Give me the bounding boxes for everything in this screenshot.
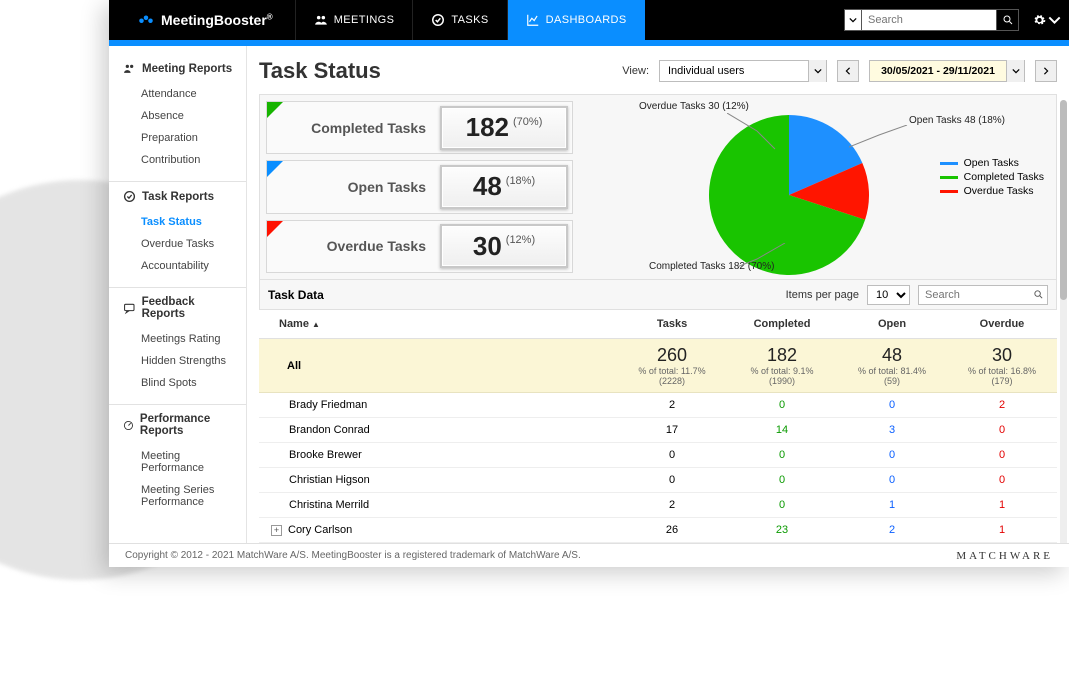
col-name[interactable]: Name ▲ [259,310,617,339]
check-circle-icon [123,190,136,203]
speech-icon [123,302,136,315]
table-row[interactable]: +Cory Carlson262321 [259,518,1057,543]
main-content: Task Status View: Individual users 30/05… [247,46,1069,543]
gear-icon [1033,13,1046,27]
sidebar-head-meeting-reports: Meeting Reports [123,62,238,75]
sidebar-head-task-reports: Task Reports [123,190,238,203]
page-title: Task Status [259,58,612,84]
pie-chart: Overdue Tasks 30 (12%) Open Tasks 48 (18… [579,95,1056,279]
card-pct: (12%) [506,234,535,246]
search-icon [1002,14,1014,26]
card-value: 30 [473,231,502,262]
sidebar-item-preparation[interactable]: Preparation [123,127,238,149]
table-row[interactable]: Christian Higson0000 [259,468,1057,493]
view-label: View: [622,65,649,77]
scrollbar[interactable] [1060,100,1067,543]
card-value: 48 [473,171,502,202]
task-data-toolbar: Task Data Items per page 10 [259,280,1057,310]
leader-line [727,113,777,153]
chevron-down-icon [849,16,857,24]
table-row[interactable]: Christina Merrild2011 [259,493,1057,518]
view-select[interactable]: Individual users [659,60,827,82]
col-completed[interactable]: Completed [727,310,837,339]
card-pct: (18%) [506,175,535,187]
card-value: 182 [466,112,509,143]
sidebar-item-accountability[interactable]: Accountability [123,255,238,277]
expand-icon[interactable]: + [271,525,282,536]
table-row[interactable]: Brady Friedman2002 [259,393,1057,418]
sidebar-item-meeting-series-performance[interactable]: Meeting Series Performance [123,479,238,513]
card-label: Overdue Tasks [267,238,440,254]
date-range-value: 30/05/2021 - 29/11/2021 [870,65,1006,77]
settings-menu[interactable] [1033,13,1061,27]
chevron-down-icon [808,60,826,82]
search-scope-dropdown[interactable] [844,9,862,31]
table-summary-row: All260% of total: 11.7%(2228)182% of tot… [259,339,1057,393]
card-overdue-tasks: Overdue Tasks 30 (12%) [266,220,573,273]
copyright-text: Copyright © 2012 - 2021 MatchWare A/S. M… [125,550,581,561]
sidebar-item-contribution[interactable]: Contribution [123,149,238,171]
sidebar-item-overdue-tasks[interactable]: Overdue Tasks [123,233,238,255]
sidebar-head-performance-reports: Performance Reports [123,413,238,437]
leader-line [849,125,909,155]
pie-label-open: Open Tasks 48 (18%) [909,115,1005,126]
footer-brand: MATCHWARE [956,550,1053,562]
task-data-search-input[interactable] [919,289,1029,301]
items-per-page-label: Items per page [786,289,859,301]
nav-dashboards[interactable]: DASHBOARDS [507,0,645,40]
global-search [844,9,1019,31]
card-label: Completed Tasks [267,120,440,136]
sidebar-item-absence[interactable]: Absence [123,105,238,127]
card-open-tasks: Open Tasks 48 (18%) [266,160,573,213]
sidebar-item-attendance[interactable]: Attendance [123,83,238,105]
task-data-search-button[interactable] [1029,289,1047,300]
people-icon [314,13,328,27]
date-range-select[interactable]: 30/05/2021 - 29/11/2021 [869,60,1025,82]
date-next-button[interactable] [1035,60,1057,82]
chevron-down-icon [1006,60,1024,82]
col-tasks[interactable]: Tasks [617,310,727,339]
sidebar-head-feedback-reports: Feedback Reports [123,296,238,320]
sidebar-item-hidden-strengths[interactable]: Hidden Strengths [123,350,238,372]
topbar: MeetingBooster® MEETINGS TASKS DASHBOARD… [109,0,1069,40]
pie-label-overdue: Overdue Tasks 30 (12%) [639,101,749,112]
scrollbar-thumb[interactable] [1060,100,1067,300]
view-select-value: Individual users [660,65,808,77]
people-icon [123,62,136,75]
sidebar: Meeting Reports Attendance Absence Prepa… [109,46,247,543]
sidebar-item-blind-spots[interactable]: Blind Spots [123,372,238,394]
date-prev-button[interactable] [837,60,859,82]
brand-logo: MeetingBooster® [109,11,295,29]
card-pct: (70%) [513,116,542,128]
summary-panel: Completed Tasks 182 (70%) Open Tasks 48 (1… [259,94,1057,280]
check-circle-icon [431,13,445,27]
card-label: Open Tasks [267,179,440,195]
sidebar-item-task-status[interactable]: Task Status [123,211,238,233]
chart-icon [526,13,540,27]
col-overdue[interactable]: Overdue [947,310,1057,339]
gauge-icon [123,419,134,432]
items-per-page-select[interactable]: 10 [867,285,910,305]
search-icon [1033,289,1044,300]
nav-meetings[interactable]: MEETINGS [295,0,413,40]
leader-line [737,243,787,273]
chevron-down-icon [1048,13,1061,27]
nav-tasks[interactable]: TASKS [412,0,506,40]
pie-legend: Open Tasks Completed Tasks Overdue Tasks [940,155,1044,199]
table-row[interactable]: Brooke Brewer0000 [259,443,1057,468]
footer: Copyright © 2012 - 2021 MatchWare A/S. M… [109,543,1069,567]
sidebar-item-meeting-performance[interactable]: Meeting Performance [123,445,238,479]
brand-icon [137,11,155,29]
search-button[interactable] [997,9,1019,31]
card-completed-tasks: Completed Tasks 182 (70%) [266,101,573,154]
col-open[interactable]: Open [837,310,947,339]
table-row[interactable]: Brandon Conrad171430 [259,418,1057,443]
task-data-table: Name ▲ Tasks Completed Open Overdue All2… [259,310,1057,543]
search-input[interactable] [862,9,997,31]
task-data-title: Task Data [268,288,778,302]
sidebar-item-meetings-rating[interactable]: Meetings Rating [123,328,238,350]
